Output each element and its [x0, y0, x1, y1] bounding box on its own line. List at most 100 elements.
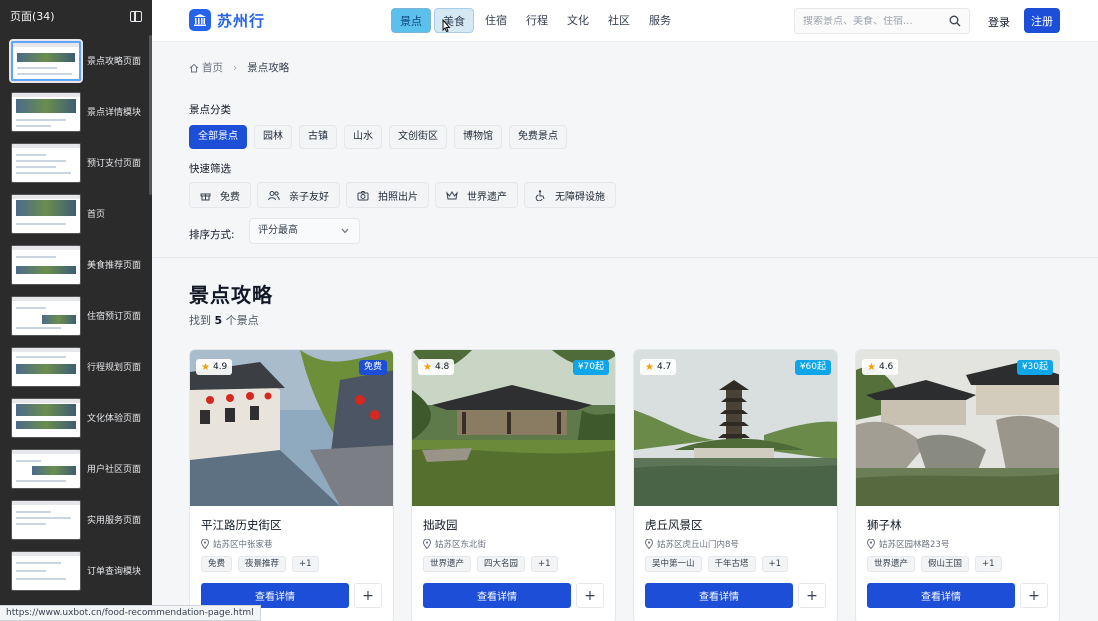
breadcrumb-home[interactable]: 首页: [202, 60, 223, 75]
add-to-trip-button[interactable]: +: [576, 583, 604, 608]
site-logo[interactable]: 苏州行: [189, 9, 265, 31]
nav-item-attractions[interactable]: 景点: [391, 8, 431, 33]
page-thumbnail: [11, 397, 81, 438]
nav-item-hotels[interactable]: 住宿: [477, 8, 515, 33]
chevron-down-icon: [341, 228, 349, 234]
category-chip[interactable]: 山水: [344, 125, 382, 149]
category-chip[interactable]: 文创街区: [389, 125, 447, 149]
quick-filter-family[interactable]: 亲子友好: [257, 182, 340, 208]
attraction-tag: +1: [292, 556, 319, 572]
category-chip[interactable]: 博物馆: [454, 125, 502, 149]
rating-badge: ★ 4.9: [196, 359, 233, 375]
results-count-number: 5: [214, 314, 223, 327]
category-chip[interactable]: 全部景点: [189, 125, 247, 149]
attraction-name: 平江路历史街区: [201, 518, 282, 532]
add-to-trip-button[interactable]: +: [1020, 583, 1048, 608]
category-chip[interactable]: 园林: [254, 125, 292, 149]
pages-panel-title: 页面(34): [10, 10, 55, 23]
users-icon: [268, 190, 280, 200]
sort-select[interactable]: 评分最高: [249, 218, 360, 244]
main-canvas: 苏州行 景点 美食 住宿 行程 文化 社区 服务 登录 注册 首页 › 景点攻略…: [152, 0, 1098, 621]
search-input[interactable]: [803, 15, 943, 27]
attraction-card[interactable]: ★ 4.8 ¥70起 拙政园 姑苏区东北街 世界遗产 四大名园 +1 查看详情 +: [411, 349, 616, 621]
page-item-label: 预订支付页面: [87, 159, 142, 169]
attraction-card[interactable]: ★ 4.7 ¥60起 虎丘风景区 姑苏区虎丘山门内8号 吴中第一山 千年古塔 +1…: [633, 349, 838, 621]
nav-item-services[interactable]: 服务: [641, 8, 679, 33]
search-icon[interactable]: [949, 15, 961, 27]
page-thumbnail: [11, 550, 81, 591]
page-item[interactable]: 美食推荐页面: [0, 239, 152, 290]
attraction-card[interactable]: ★ 4.9 免费 平江路历史街区 姑苏区中张家巷 免费 夜景推荐 +1 查看详情 …: [189, 349, 394, 621]
page-item[interactable]: 订单查询模块: [0, 545, 152, 596]
nav-item-culture[interactable]: 文化: [559, 8, 597, 33]
star-icon: ★: [423, 361, 432, 373]
attraction-tag: +1: [975, 556, 1002, 572]
page-thumbnail: [11, 91, 81, 132]
star-icon: ★: [867, 361, 876, 373]
location-pin-icon: [867, 539, 875, 549]
page-item[interactable]: 行程规划页面: [0, 341, 152, 392]
category-section-title: 景点分类: [189, 104, 231, 116]
attraction-photo: ★ 4.7 ¥60起: [634, 350, 837, 506]
quick-filter-heritage[interactable]: 世界遗产: [435, 182, 518, 208]
page-thumbnail: [11, 448, 81, 489]
page-thumbnail: [11, 142, 81, 183]
location-pin-icon: [423, 539, 431, 549]
page-item[interactable]: 用户社区页面: [0, 443, 152, 494]
attraction-address: 姑苏区东北街: [423, 538, 486, 550]
attraction-tags: 世界遗产 四大名园 +1: [423, 556, 564, 572]
page-item[interactable]: 文化体验页面: [0, 392, 152, 443]
add-to-trip-button[interactable]: +: [354, 583, 382, 608]
page-thumbnail: [11, 244, 81, 285]
attraction-tag: 千年古塔: [707, 556, 756, 572]
page-item-label: 用户社区页面: [87, 465, 142, 475]
attraction-card[interactable]: ★ 4.6 ¥30起 狮子林 姑苏区园林路23号 世界遗产 假山王国 +1 查看详…: [855, 349, 1060, 621]
results-count: 找到 5 个景点: [189, 312, 259, 328]
page-item-label: 文化体验页面: [87, 414, 142, 424]
page-item[interactable]: 实用服务页面: [0, 494, 152, 545]
pages-panel: 页面(34) 景点攻略页面 景点详情模块 预订支付页面 首页 美食推荐页面 住宿…: [0, 0, 152, 621]
breadcrumb-current: 景点攻略: [247, 62, 290, 74]
attraction-address-text: 姑苏区东北街: [435, 540, 487, 550]
accessibility-icon: [535, 189, 545, 201]
view-details-button[interactable]: 查看详情: [645, 583, 793, 608]
attraction-tags: 吴中第一山 千年古塔 +1: [645, 556, 794, 572]
quick-filter-accessible[interactable]: 无障碍设施: [524, 182, 616, 208]
attraction-photo: ★ 4.6 ¥30起: [856, 350, 1059, 506]
category-chip[interactable]: 免费景点: [509, 125, 567, 149]
quick-filter-label: 拍照出片: [378, 191, 418, 203]
nav-item-community[interactable]: 社区: [600, 8, 638, 33]
nav-item-itinerary[interactable]: 行程: [518, 8, 556, 33]
attraction-photo: ★ 4.8 ¥70起: [412, 350, 615, 506]
temple-icon: [189, 9, 211, 31]
page-item[interactable]: 景点详情模块: [0, 86, 152, 137]
page-item-label: 住宿预订页面: [87, 312, 142, 322]
attraction-tag: 世界遗产: [867, 556, 916, 572]
add-to-trip-button[interactable]: +: [798, 583, 826, 608]
page-thumbnail: [11, 295, 81, 336]
sort-label: 排序方式:: [189, 229, 235, 241]
page-item[interactable]: 预订支付页面: [0, 137, 152, 188]
page-item[interactable]: 景点攻略页面: [0, 35, 152, 86]
category-chip[interactable]: 古镇: [299, 125, 337, 149]
page-item[interactable]: 住宿预订页面: [0, 290, 152, 341]
rating-value: 4.7: [656, 362, 672, 372]
quick-filter-title: 快速筛选: [189, 163, 231, 175]
quick-filter-label: 亲子友好: [289, 191, 329, 203]
login-link[interactable]: 登录: [988, 14, 1010, 30]
attraction-tag: 夜景推荐: [238, 556, 287, 572]
attraction-address-text: 姑苏区园林路23号: [879, 540, 950, 550]
price-badge: 免费: [358, 360, 387, 375]
view-details-button[interactable]: 查看详情: [867, 583, 1015, 608]
page-item-label: 实用服务页面: [87, 516, 142, 526]
register-button[interactable]: 注册: [1024, 8, 1060, 33]
page-item-label: 景点详情模块: [87, 108, 142, 118]
quick-filter-free[interactable]: 免费: [189, 182, 251, 208]
page-item[interactable]: 首页: [0, 188, 152, 239]
view-details-button[interactable]: 查看详情: [423, 583, 571, 608]
quick-filter-photo[interactable]: 拍照出片: [346, 182, 429, 208]
camera-icon: [357, 190, 369, 200]
page-thumbnail: [11, 499, 81, 540]
nav-item-food[interactable]: 美食: [434, 8, 474, 33]
collapse-panel-icon[interactable]: [130, 10, 142, 22]
